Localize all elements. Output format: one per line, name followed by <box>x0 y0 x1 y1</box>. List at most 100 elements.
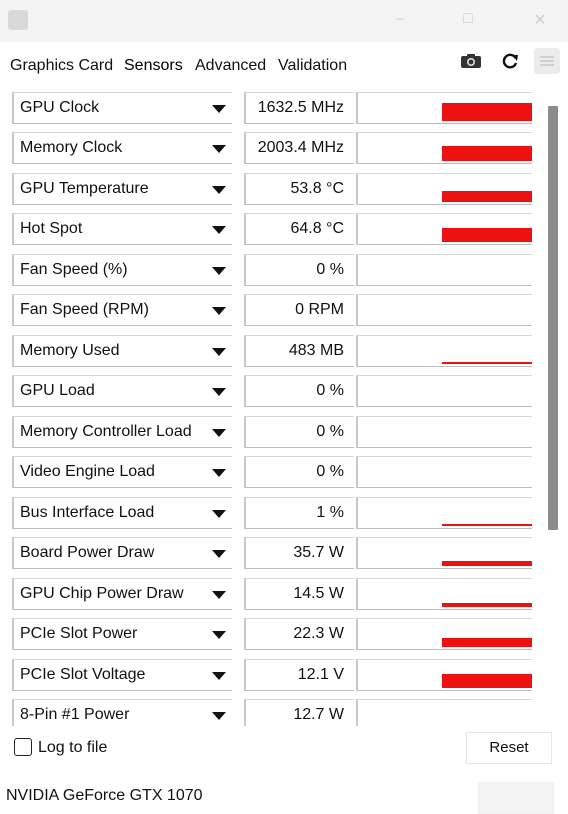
sensor-value-box: 1 % <box>244 497 354 529</box>
sensor-graph <box>356 254 532 286</box>
scrollbar-thumb[interactable] <box>548 106 558 530</box>
sensor-name-dropdown[interactable]: Video Engine Load <box>12 456 232 488</box>
sensor-label: Memory Controller Load <box>20 423 192 440</box>
tab-advanced[interactable]: Advanced <box>195 57 266 75</box>
sensor-name-dropdown[interactable]: GPU Load <box>12 375 232 407</box>
dropdown-arrow-icon[interactable] <box>212 348 226 356</box>
sensor-name-dropdown[interactable]: PCIe Slot Power <box>12 618 232 650</box>
sensor-label: Memory Used <box>20 342 120 359</box>
sensor-value-box: 14.5 W <box>244 578 354 610</box>
graph-bar <box>442 603 532 607</box>
sensor-row: Fan Speed (RPM) 0 RPM <box>12 294 542 326</box>
maximize-icon[interactable]: □ <box>456 10 480 28</box>
sensor-graph <box>356 335 532 367</box>
sensor-value: 1 % <box>316 504 344 521</box>
sensor-label: Hot Spot <box>20 220 83 237</box>
sensor-value: 22.3 W <box>293 625 344 642</box>
sensor-value-box: 0 % <box>244 456 354 488</box>
sensor-graph <box>356 618 532 650</box>
sensor-value: 14.5 W <box>293 585 344 602</box>
sensor-name-dropdown[interactable]: PCIe Slot Voltage <box>12 659 232 691</box>
sensor-value-box: 0 % <box>244 375 354 407</box>
sensor-value: 483 MB <box>288 342 344 359</box>
dropdown-arrow-icon[interactable] <box>212 105 226 113</box>
dropdown-arrow-icon[interactable] <box>212 267 226 275</box>
sensor-label: Bus Interface Load <box>20 504 155 521</box>
sensor-graph <box>356 416 532 448</box>
sensor-name-dropdown[interactable]: 8-Pin #1 Power <box>12 699 232 726</box>
sensor-label: Board Power Draw <box>20 544 155 561</box>
sensor-row: Memory Controller Load 0 % <box>12 416 542 448</box>
sensor-name-dropdown[interactable]: Memory Used <box>12 335 232 367</box>
sensor-value-box: 0 RPM <box>244 294 354 326</box>
sensor-name-dropdown[interactable]: Board Power Draw <box>12 537 232 569</box>
graph-bar <box>442 524 532 526</box>
sensor-list: GPU Clock 1632.5 MHz Memory Clock 2003.4… <box>0 88 546 726</box>
sensor-value-box: 12.7 W <box>244 699 354 726</box>
camera-icon[interactable] <box>460 53 482 69</box>
sensor-name-dropdown[interactable]: GPU Temperature <box>12 173 232 205</box>
sensor-name-dropdown[interactable]: Memory Clock <box>12 132 232 164</box>
log-to-file-label[interactable]: Log to file <box>38 739 107 757</box>
dropdown-arrow-icon[interactable] <box>212 307 226 315</box>
dropdown-arrow-icon[interactable] <box>212 145 226 153</box>
graph-bar <box>442 362 532 364</box>
sensor-value-box: 2003.4 MHz <box>244 132 354 164</box>
dropdown-arrow-icon[interactable] <box>212 712 226 720</box>
sensor-value-box: 1632.5 MHz <box>244 92 354 124</box>
dropdown-arrow-icon[interactable] <box>212 510 226 518</box>
menu-icon[interactable] <box>534 48 560 74</box>
title-bar: – □ ✕ <box>0 0 568 42</box>
dropdown-arrow-icon[interactable] <box>212 550 226 558</box>
sensor-graph <box>356 92 532 124</box>
sensor-name-dropdown[interactable]: Fan Speed (%) <box>12 254 232 286</box>
refresh-icon[interactable] <box>500 51 520 71</box>
sensor-label: Fan Speed (RPM) <box>20 301 149 318</box>
log-to-file-checkbox[interactable] <box>14 738 32 756</box>
sensor-graph <box>356 173 532 205</box>
dropdown-arrow-icon[interactable] <box>212 186 226 194</box>
sensor-label: GPU Clock <box>20 99 100 116</box>
sensor-name-dropdown[interactable]: Bus Interface Load <box>12 497 232 529</box>
minimize-icon[interactable]: – <box>388 10 412 28</box>
sensor-value: 64.8 °C <box>290 220 344 237</box>
sensor-value-box: 64.8 °C <box>244 213 354 245</box>
sensor-label: Memory Clock <box>20 139 123 156</box>
close-icon[interactable]: ✕ <box>528 10 552 30</box>
sensor-name-dropdown[interactable]: Memory Controller Load <box>12 416 232 448</box>
graph-bar <box>442 103 532 121</box>
reset-button[interactable]: Reset <box>466 732 552 764</box>
sensor-row: PCIe Slot Voltage 12.1 V <box>12 659 542 691</box>
sensor-label: PCIe Slot Power <box>20 625 138 642</box>
dropdown-arrow-icon[interactable] <box>212 429 226 437</box>
sensor-label: PCIe Slot Voltage <box>20 666 146 683</box>
tab-sensors[interactable]: Sensors <box>124 57 183 75</box>
graph-bar <box>442 191 532 202</box>
tab-graphics-card[interactable]: Graphics Card <box>10 57 113 75</box>
sensor-graph <box>356 699 532 726</box>
graph-bar <box>442 674 532 688</box>
sensor-row: Bus Interface Load 1 % <box>12 497 542 529</box>
dropdown-arrow-icon[interactable] <box>212 631 226 639</box>
dropdown-arrow-icon[interactable] <box>212 388 226 396</box>
sensor-name-dropdown[interactable]: Fan Speed (RPM) <box>12 294 232 326</box>
tab-validation[interactable]: Validation <box>278 57 347 75</box>
graph-bar <box>442 561 532 566</box>
dropdown-arrow-icon[interactable] <box>212 591 226 599</box>
sensor-name-dropdown[interactable]: Hot Spot <box>12 213 232 245</box>
dropdown-arrow-icon[interactable] <box>212 469 226 477</box>
graph-bar <box>442 638 532 647</box>
sensor-graph <box>356 294 532 326</box>
sensor-graph <box>356 456 532 488</box>
dropdown-arrow-icon[interactable] <box>212 226 226 234</box>
sensor-name-dropdown[interactable]: GPU Clock <box>12 92 232 124</box>
graph-bar <box>442 228 532 242</box>
dropdown-arrow-icon[interactable] <box>212 672 226 680</box>
sensor-value-box: 483 MB <box>244 335 354 367</box>
sensor-row: GPU Load 0 % <box>12 375 542 407</box>
sensor-label: 8-Pin #1 Power <box>20 706 130 723</box>
sensor-name-dropdown[interactable]: GPU Chip Power Draw <box>12 578 232 610</box>
sensor-row: Memory Clock 2003.4 MHz <box>12 132 542 164</box>
graph-bar <box>442 146 532 161</box>
close-button[interactable] <box>478 782 554 814</box>
